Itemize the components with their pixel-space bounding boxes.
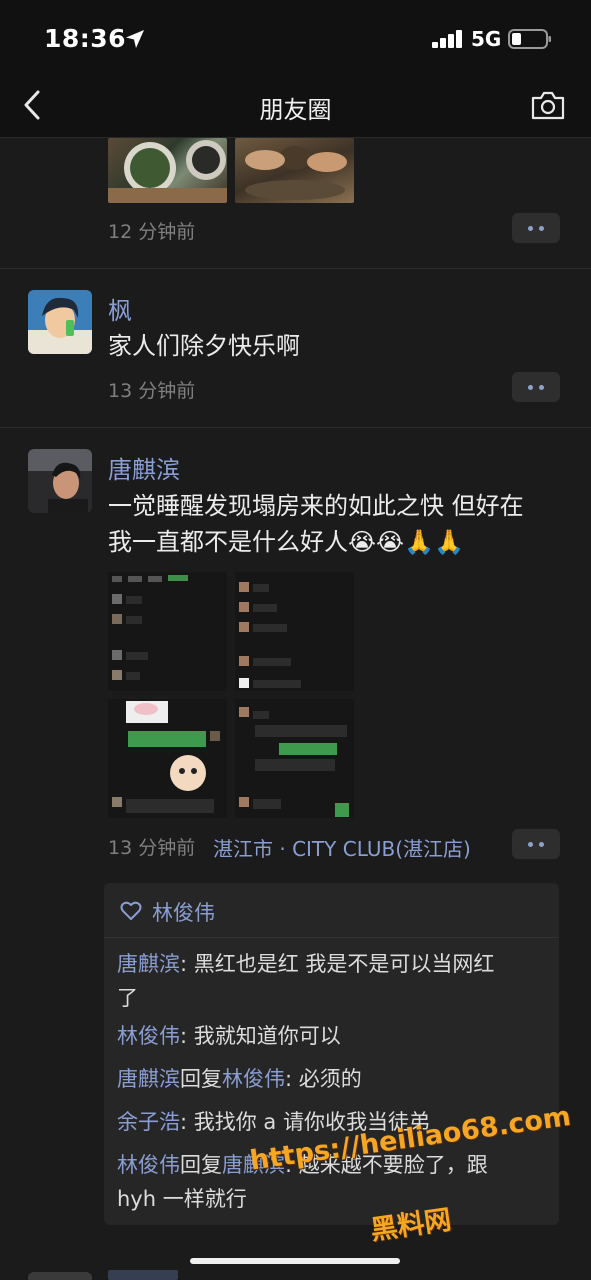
post-time: 13 分钟前	[108, 837, 196, 859]
comment-text-cont: 了	[117, 986, 138, 1010]
avatar[interactable]	[28, 290, 92, 354]
post-location[interactable]: 湛江市 · CITY CLUB(湛江店)	[213, 833, 471, 862]
comments-divider	[104, 937, 559, 938]
post-author-partial	[108, 1270, 178, 1280]
like-user[interactable]: 林俊伟	[152, 901, 215, 925]
post-text: 家人们除夕快乐啊	[108, 332, 300, 360]
comment[interactable]: 唐麒滨: 黑红也是红 我是不是可以当网红 了	[117, 947, 542, 1015]
comment-author[interactable]: 余子浩	[117, 1110, 180, 1134]
post-photo[interactable]	[235, 138, 354, 203]
comment-author[interactable]: 林俊伟	[117, 1153, 180, 1177]
post-author[interactable]: 唐麒滨	[108, 450, 180, 485]
more-dots-icon[interactable]	[512, 372, 560, 402]
location-arrow-icon	[126, 30, 144, 48]
comment-text: : 必须的	[285, 1067, 362, 1091]
post-time: 12 分钟前	[108, 221, 196, 243]
camera-icon[interactable]	[530, 89, 566, 121]
network-type: 5G	[471, 27, 502, 51]
post-photo[interactable]	[108, 699, 227, 818]
page-title: 朋友圈	[259, 96, 332, 124]
more-dots-icon[interactable]	[512, 829, 560, 859]
comment-author[interactable]: 唐麒滨	[117, 1067, 180, 1091]
comment-text: : 黑红也是红 我是不是可以当网红	[180, 952, 495, 976]
likes-list[interactable]: 林俊伟	[122, 897, 215, 927]
battery-icon	[508, 29, 551, 49]
comment-text: : 我就知道你可以	[180, 1024, 341, 1048]
likes-comments-panel: 林俊伟 唐麒滨: 黑红也是红 我是不是可以当网红 了 林俊伟: 我就知道你可以 …	[104, 883, 559, 1225]
post-text-line: 我一直都不是什么好人😭😭🙏🙏	[108, 528, 464, 556]
post-photo[interactable]	[108, 572, 227, 691]
comment-author[interactable]: 唐麒滨	[117, 952, 180, 976]
signal-bars-icon	[432, 30, 462, 48]
post-photo[interactable]	[235, 572, 354, 691]
post-author[interactable]: 枫	[108, 291, 132, 326]
more-dots-icon[interactable]	[512, 213, 560, 243]
post-photo[interactable]	[108, 138, 227, 203]
post-time: 13 分钟前	[108, 380, 196, 402]
avatar[interactable]	[28, 449, 92, 513]
reply-target[interactable]: 林俊伟	[222, 1067, 285, 1091]
comment[interactable]: 林俊伟: 我就知道你可以	[117, 1019, 542, 1053]
post-divider	[0, 268, 591, 269]
comment-text-cont: hyh 一样就行	[117, 1187, 247, 1211]
post-text-line: 一觉睡醒发现塌房来的如此之快 但好在	[108, 492, 524, 520]
post-photo[interactable]	[235, 699, 354, 818]
home-indicator[interactable]	[190, 1258, 400, 1264]
avatar[interactable]	[28, 1272, 92, 1280]
comment-author[interactable]: 林俊伟	[117, 1024, 180, 1048]
nav-bar: 朋友圈	[0, 76, 591, 138]
status-bar: 18:36 5G	[0, 0, 591, 76]
post-divider	[0, 427, 591, 428]
reply-word: 回复	[180, 1153, 222, 1177]
comment[interactable]: 唐麒滨回复林俊伟: 必须的	[117, 1062, 542, 1096]
status-time: 18:36	[44, 24, 127, 53]
reply-word: 回复	[180, 1067, 222, 1091]
